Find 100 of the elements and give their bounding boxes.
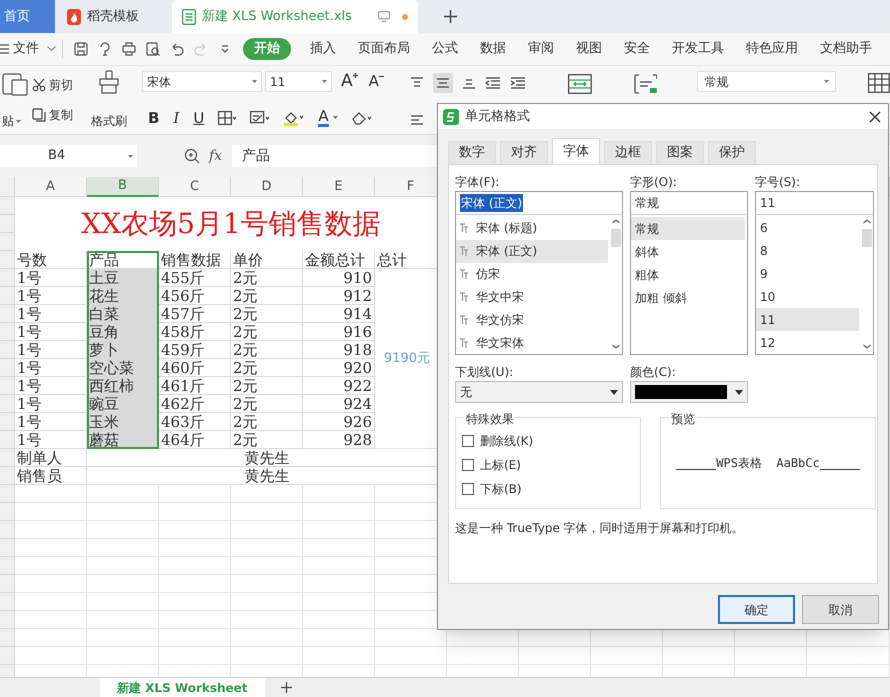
print-preview-icon[interactable] [146,42,160,56]
table-cell[interactable] [159,503,231,521]
dialog-button[interactable]: 确定 [718,595,795,624]
table-cell[interactable] [159,575,231,593]
table-cell[interactable] [87,503,159,521]
table-cell[interactable] [15,647,87,665]
table-cell[interactable] [591,647,663,665]
list-option[interactable]: 华文仿宋 [456,308,608,332]
borders-icon[interactable] [218,110,236,125]
table-cell[interactable] [231,521,303,539]
row-header[interactable] [0,269,15,287]
table-cell[interactable] [303,557,375,575]
dialog-tab[interactable]: 对齐 [500,141,548,164]
table-cell[interactable] [87,611,159,629]
column-header[interactable]: C [159,177,231,197]
font-size-dropdown[interactable]: 11 [264,71,332,92]
menu-tab[interactable]: 插入 [299,38,347,60]
dialog-tab[interactable]: 字体 [552,138,600,164]
list-option[interactable]: 宋体 (标题) [456,217,608,240]
row-header[interactable] [0,197,15,215]
table-cell[interactable] [303,647,375,665]
select-all-corner[interactable] [0,177,15,197]
table-cell[interactable] [159,629,231,647]
table-cell[interactable] [15,503,87,521]
row-header[interactable] [0,485,15,503]
table-cell[interactable] [303,521,375,539]
table-cell[interactable] [303,503,375,521]
dialog-tab[interactable]: 数字 [448,141,496,164]
list-option[interactable]: 6 [756,217,859,240]
row-header[interactable] [0,575,15,593]
table-cell[interactable] [159,611,231,629]
row-header[interactable] [0,503,15,521]
monitor-icon[interactable] [378,11,390,22]
number-format-dropdown[interactable]: 常规 [697,71,836,92]
undo-icon[interactable] [170,42,184,56]
table-cell[interactable] [15,557,87,575]
table-cell[interactable] [375,647,447,665]
table-cell[interactable] [87,557,159,575]
column-header[interactable]: D [231,177,303,197]
merge-cells-icon[interactable] [568,74,592,94]
font-color-button[interactable]: A [318,108,338,127]
table-cell[interactable] [519,647,591,665]
table-cell[interactable] [15,521,87,539]
checkbox[interactable] [462,435,474,447]
add-sheet-icon[interactable] [280,682,292,693]
table-cell[interactable] [447,647,519,665]
dialog-tab[interactable]: 边框 [604,141,652,164]
print-icon[interactable] [122,42,136,56]
checkbox-option[interactable]: 下标(B) [462,480,640,498]
menu-tab[interactable]: 页面布局 [347,38,421,60]
table-cell[interactable] [87,575,159,593]
checkbox-option[interactable]: 上标(E) [462,456,640,474]
zoom-icon[interactable] [184,148,200,164]
row-header[interactable] [0,323,15,341]
align-bottom-icon[interactable] [462,77,476,89]
table-cell[interactable] [231,539,303,557]
row-header[interactable] [0,287,15,305]
option-list[interactable]: 6 8 9 10 11 12 [755,215,874,355]
table-cell[interactable] [87,629,159,647]
table-cell[interactable] [15,629,87,647]
column-header[interactable]: A [15,177,87,197]
table-cell[interactable] [807,647,890,665]
column-header[interactable]: E [303,177,375,197]
table-cell[interactable] [159,557,231,575]
input-field[interactable]: 11 [755,191,874,215]
table-cell[interactable] [231,611,303,629]
menu-tab[interactable]: 审阅 [517,38,565,60]
checkbox-option[interactable]: 删除线(K) [462,432,640,450]
align-middle-icon[interactable] [432,73,453,93]
copy-button[interactable]: 复制 [32,106,84,124]
paste-button[interactable]: 贴 [2,112,21,130]
fill-color-icon[interactable] [284,110,304,126]
table-cell[interactable] [735,647,807,665]
dialog-button[interactable]: 取消 [802,595,879,624]
table-cell[interactable] [159,521,231,539]
table-cell[interactable] [231,575,303,593]
input-field[interactable]: 常规 [630,191,748,215]
option-list[interactable]: 常规 斜体 粗体 加粗 倾斜 [630,215,748,355]
bold-button[interactable]: B [148,106,160,129]
table-cell[interactable] [303,539,375,557]
font-name-dropdown[interactable]: 宋体 [142,71,262,92]
row-header[interactable] [0,431,15,449]
color-dropdown[interactable] [630,381,748,403]
dialog-tab[interactable]: 保护 [708,141,756,164]
align-top-icon[interactable] [410,77,424,89]
menu-tab[interactable]: 开发工具 [661,38,735,60]
add-tab-icon[interactable] [444,10,457,23]
table-cell[interactable] [231,503,303,521]
table-cell[interactable] [87,539,159,557]
row-header[interactable] [0,395,15,413]
conditional-format-icon[interactable] [250,110,270,125]
increase-font-button[interactable]: A [340,73,358,90]
table-cell[interactable] [87,593,159,611]
list-option[interactable]: 华文中宋 [456,285,608,308]
eraser-icon[interactable] [352,110,374,125]
row-header[interactable] [0,539,15,557]
table-cell[interactable] [231,557,303,575]
list-option[interactable]: 斜体 [631,240,745,263]
row-header[interactable] [0,413,15,431]
input-field[interactable]: 宋体 (正文) [455,191,623,215]
